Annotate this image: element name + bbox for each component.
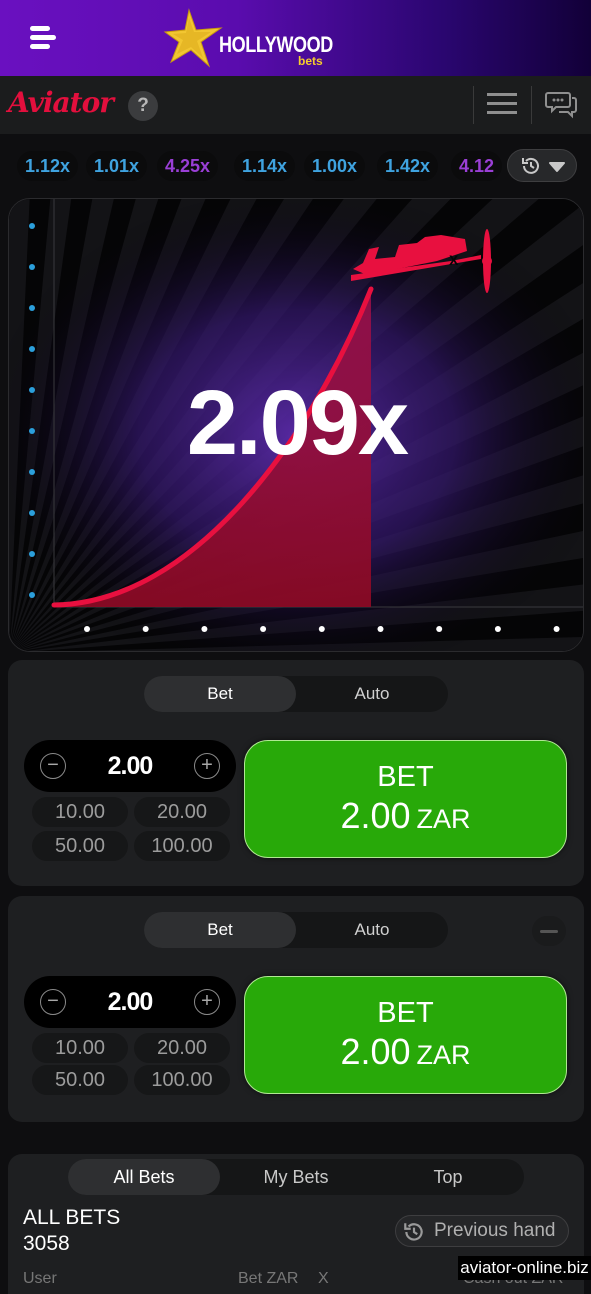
all-bets-count: 3058 xyxy=(23,1232,70,1255)
svg-text:X: X xyxy=(449,252,459,268)
site-header: HOLLYWOOD bets xyxy=(0,0,591,76)
site-logo[interactable]: HOLLYWOOD bets xyxy=(163,8,343,70)
column-header-x: X xyxy=(318,1270,329,1287)
divider xyxy=(531,86,532,124)
divider xyxy=(473,86,474,124)
history-icon xyxy=(404,1223,423,1241)
x-axis-dot xyxy=(142,626,149,632)
current-multiplier: 2.09x xyxy=(186,372,409,474)
decrease-button[interactable]: − xyxy=(40,753,66,779)
tab-all-bets[interactable]: All Bets xyxy=(68,1159,220,1195)
history-chip[interactable]: 4.25x xyxy=(157,151,219,181)
game-title: Aviator xyxy=(8,86,114,119)
y-axis-dot xyxy=(29,510,35,516)
quick-amount-button[interactable]: 50.00 xyxy=(32,831,128,861)
watermark: aviator-online.biz xyxy=(458,1256,591,1280)
x-axis-dot xyxy=(84,626,90,632)
quick-amount-button[interactable]: 100.00 xyxy=(134,831,230,861)
bet-mode-tabs: Bet Auto xyxy=(144,676,448,712)
x-axis-dot xyxy=(494,626,501,632)
bet-amount-input[interactable]: 2.00 xyxy=(78,976,182,1028)
history-chip[interactable]: 1.42x xyxy=(377,151,439,181)
brand-sub: bets xyxy=(298,54,323,68)
x-axis-dot xyxy=(201,626,208,632)
y-axis-dot xyxy=(29,592,35,598)
bet-panel-2: Bet Auto − 2.00 + 10.00 20.00 50.00 100.… xyxy=(8,896,584,1122)
previous-hand-button[interactable]: Previous hand xyxy=(395,1215,569,1247)
help-button[interactable]: ? xyxy=(128,91,158,121)
history-chip[interactable]: 4.12 xyxy=(451,151,503,181)
column-header-user: User xyxy=(23,1270,57,1287)
decrease-button[interactable]: − xyxy=(40,989,66,1015)
increase-button[interactable]: + xyxy=(194,989,220,1015)
increase-button[interactable]: + xyxy=(194,753,220,779)
bet-button[interactable]: BET 2.00 ZAR xyxy=(244,976,567,1094)
y-axis-dot xyxy=(29,223,35,229)
history-icon xyxy=(522,157,539,174)
history-chip[interactable]: 1.00x xyxy=(304,151,366,181)
remove-panel-button[interactable] xyxy=(532,916,566,946)
bet-button[interactable]: BET 2.00 ZAR xyxy=(244,740,567,858)
quick-amount-button[interactable]: 10.00 xyxy=(32,797,128,827)
bet-amount-input[interactable]: 2.00 xyxy=(78,740,182,792)
game-canvas: X 2.09x xyxy=(8,198,584,652)
bet-button-currency: ZAR xyxy=(416,1040,471,1070)
tab-bet[interactable]: Bet xyxy=(144,676,296,712)
quick-amount-button[interactable]: 20.00 xyxy=(134,1033,230,1063)
tab-my-bets[interactable]: My Bets xyxy=(220,1159,372,1195)
chat-icon[interactable] xyxy=(545,90,579,120)
history-toggle-button[interactable] xyxy=(507,149,577,182)
x-axis-dot xyxy=(318,626,325,632)
history-chip[interactable]: 1.12x xyxy=(17,151,79,181)
y-axis-dot xyxy=(29,346,35,352)
hamburger-icon[interactable] xyxy=(30,26,56,50)
game-header: Aviator ? xyxy=(0,76,591,134)
quick-amount-button[interactable]: 100.00 xyxy=(134,1065,230,1095)
quick-amount-button[interactable]: 10.00 xyxy=(32,1033,128,1063)
tab-auto[interactable]: Auto xyxy=(296,676,448,712)
bet-button-amount: 2.00 xyxy=(340,795,411,836)
history-chip[interactable]: 1.01x xyxy=(86,151,148,181)
column-header-bet: Bet ZAR xyxy=(238,1270,299,1287)
bet-amount-stepper: − 2.00 + xyxy=(24,976,236,1028)
history-chip[interactable]: 1.14x xyxy=(234,151,296,181)
y-axis-dot xyxy=(29,305,35,311)
tab-top[interactable]: Top xyxy=(372,1159,524,1195)
bet-button-label: BET xyxy=(377,997,434,1029)
bet-mode-tabs: Bet Auto xyxy=(144,912,448,948)
x-axis-dot xyxy=(260,626,267,632)
bet-button-amount: 2.00 xyxy=(340,1031,411,1072)
bets-tabs: All Bets My Bets Top xyxy=(68,1159,524,1195)
x-axis-dot xyxy=(553,626,560,632)
previous-hand-label: Previous hand xyxy=(434,1220,556,1241)
bet-button-label: BET xyxy=(377,761,434,793)
tab-bet[interactable]: Bet xyxy=(144,912,296,948)
multiplier-history: 1.12x 1.01x 4.25x 1.14x 1.00x 1.42x 4.12 xyxy=(0,134,591,194)
bet-panel-1: Bet Auto − 2.00 + 10.00 20.00 50.00 100.… xyxy=(8,660,584,886)
bet-amount-stepper: − 2.00 + xyxy=(24,740,236,792)
menu-icon[interactable] xyxy=(487,93,517,115)
all-bets-title: ALL BETS xyxy=(23,1206,121,1229)
bet-button-currency: ZAR xyxy=(416,804,471,834)
y-axis-dot xyxy=(29,551,35,557)
x-axis-dot xyxy=(377,626,384,632)
chevron-down-icon xyxy=(549,162,565,172)
x-axis-dot xyxy=(436,626,443,632)
tab-auto[interactable]: Auto xyxy=(296,912,448,948)
star-logo-icon xyxy=(163,8,223,68)
quick-amount-button[interactable]: 50.00 xyxy=(32,1065,128,1095)
quick-amount-button[interactable]: 20.00 xyxy=(134,797,230,827)
y-axis-dot xyxy=(29,264,35,270)
minus-icon xyxy=(540,930,558,933)
